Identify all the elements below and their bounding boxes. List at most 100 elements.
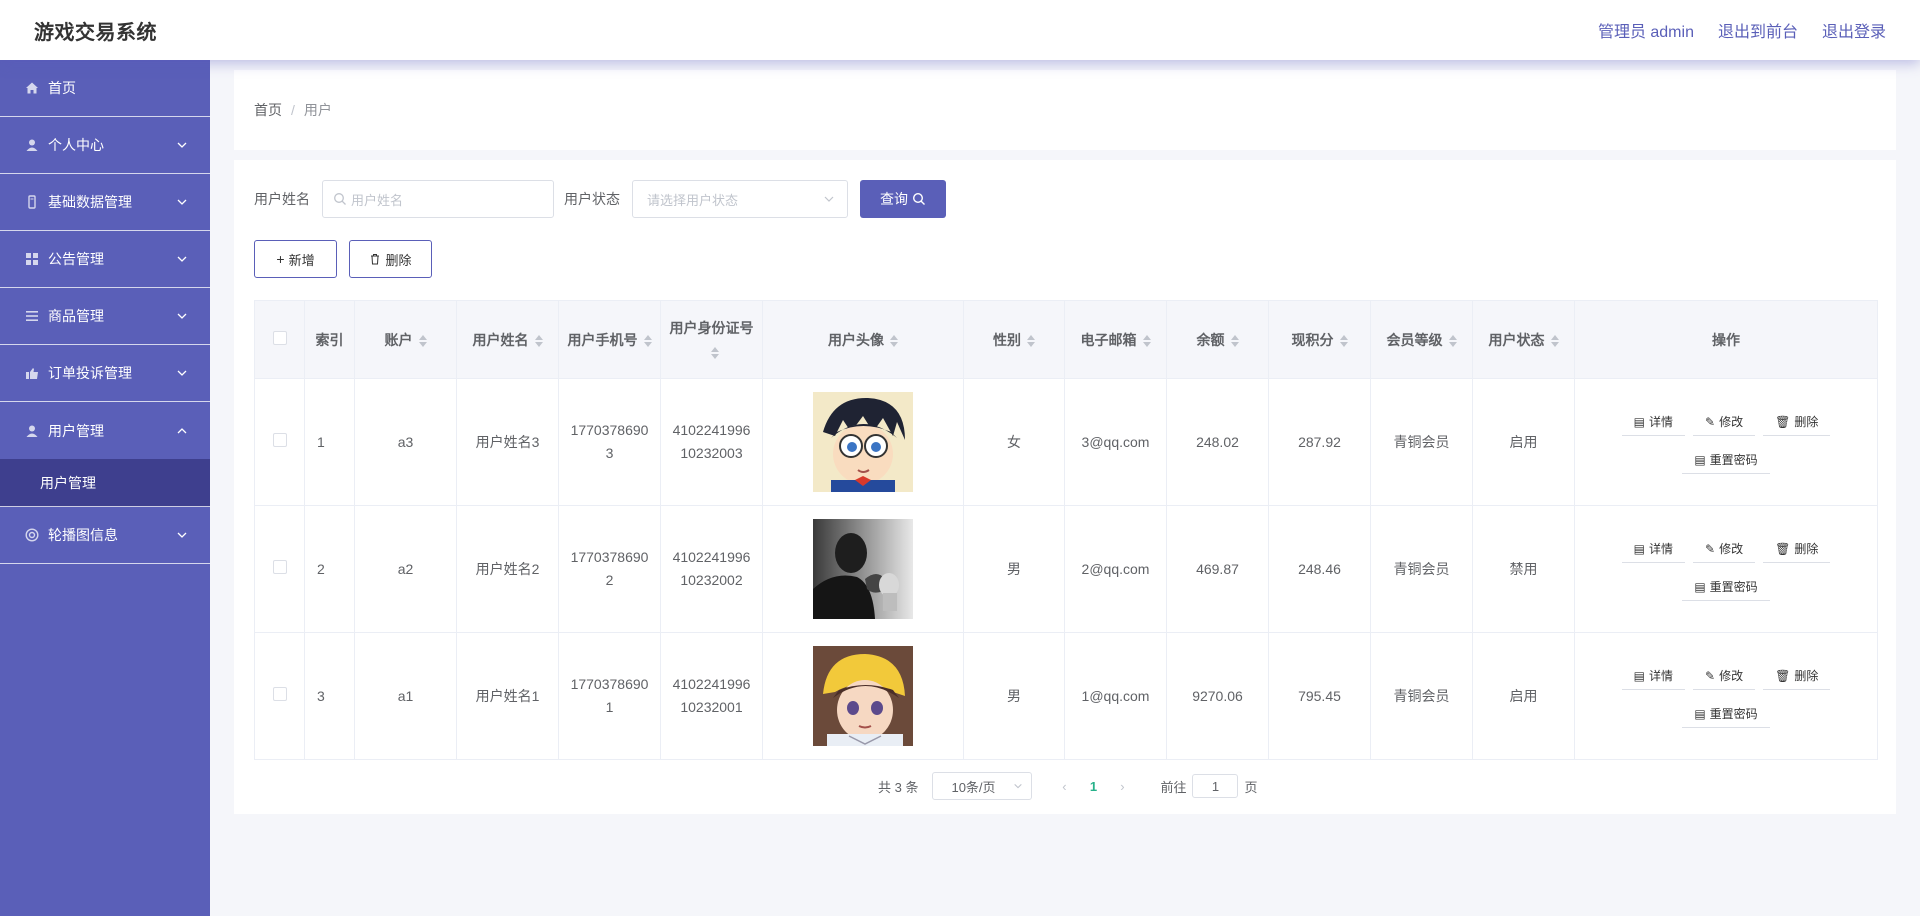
col-avatar[interactable]: 用户头像 (762, 300, 964, 379)
document-icon: ▤ (1694, 453, 1706, 467)
detail-icon: ▤ (1633, 415, 1645, 429)
email-cell: 1@qq.com (1064, 632, 1167, 760)
plus-icon: + (276, 251, 285, 267)
sidebar-item-personal-center[interactable]: 个人中心 (0, 117, 210, 174)
col-avatar-label: 用户头像 (828, 331, 884, 348)
points-cell: 248.46 (1268, 505, 1371, 633)
exit-to-front-link[interactable]: 退出到前台 (1718, 18, 1798, 42)
edit-button[interactable]: ✎ 修改 (1693, 664, 1756, 690)
sort-icon[interactable] (643, 334, 652, 347)
sort-icon[interactable] (1230, 334, 1239, 347)
col-phone[interactable]: 用户手机号 (558, 300, 661, 379)
row-actions: ▤ 详情 ✎ 修改 🗑 删除 ▤ 重置密码 (1583, 664, 1869, 728)
sidebar-item-home[interactable]: 首页 (0, 60, 210, 117)
index-cell: 1 (304, 378, 355, 506)
edit-button[interactable]: ✎ 修改 (1693, 410, 1756, 436)
col-gender[interactable]: 性别 (963, 300, 1065, 379)
col-ops-label: 操作 (1712, 331, 1740, 348)
col-phone-label: 用户手机号 (567, 331, 638, 348)
prev-page-icon[interactable]: ‹ (1050, 779, 1078, 794)
reset-password-button[interactable]: ▤ 重置密码 (1682, 575, 1770, 601)
avatar[interactable] (813, 392, 913, 492)
sort-icon[interactable] (1339, 334, 1348, 347)
detail-button[interactable]: ▤ 详情 (1621, 537, 1686, 563)
batch-delete-button[interactable]: 删除 (349, 240, 432, 278)
chevron-down-icon (824, 196, 834, 202)
table-row: 3 a1 用户姓名1 17703786901 41022419961023200… (254, 632, 1878, 760)
user-status-select[interactable]: 请选择用户状态 (632, 180, 848, 218)
delete-label: 删除 (1794, 542, 1819, 556)
col-email[interactable]: 电子邮箱 (1064, 300, 1167, 379)
sidebar-item-user-manage[interactable]: 用户管理 (0, 402, 210, 459)
sort-icon[interactable] (890, 334, 898, 347)
sidebar-item-goods[interactable]: 商品管理 (0, 288, 210, 345)
chevron-down-icon (1014, 783, 1023, 789)
sidebar-item-basic-data[interactable]: 基础数据管理 (0, 174, 210, 231)
col-idcard[interactable]: 用户身份证号 (660, 300, 763, 379)
row-checkbox[interactable] (272, 559, 287, 574)
index-cell: 3 (304, 632, 355, 760)
sidebar-item-notice[interactable]: 公告管理 (0, 231, 210, 288)
query-button[interactable]: 查询 (860, 180, 946, 218)
col-points[interactable]: 现积分 (1268, 300, 1371, 379)
col-level[interactable]: 会员等级 (1370, 300, 1473, 379)
select-all-checkbox[interactable] (272, 330, 287, 345)
add-button[interactable]: + 新增 (254, 240, 337, 278)
goto-page-input[interactable]: 1 (1192, 774, 1239, 798)
row-checkbox[interactable] (272, 432, 287, 447)
sort-icon[interactable] (1448, 334, 1457, 347)
avatar[interactable] (813, 519, 913, 619)
sort-icon[interactable] (1027, 334, 1035, 347)
sort-icon[interactable] (710, 346, 719, 359)
col-name[interactable]: 用户姓名 (456, 300, 559, 379)
next-page-icon[interactable]: › (1108, 779, 1136, 794)
delete-button[interactable]: 🗑 删除 (1763, 664, 1831, 690)
breadcrumb-home[interactable]: 首页 (254, 100, 282, 120)
edit-button[interactable]: ✎ 修改 (1693, 537, 1756, 563)
edit-icon: ✎ (1705, 669, 1716, 683)
reset-password-button[interactable]: ▤ 重置密码 (1682, 702, 1770, 728)
delete-label: 删除 (385, 252, 412, 268)
col-account[interactable]: 账户 (354, 300, 457, 379)
admin-label[interactable]: 管理员 admin (1598, 18, 1694, 42)
carousel-icon (24, 527, 40, 543)
col-status-label: 用户状态 (1488, 331, 1545, 348)
avatar[interactable] (813, 646, 913, 746)
page-number[interactable]: 1 (1078, 779, 1108, 794)
page-suffix: 页 (1244, 779, 1258, 795)
col-status[interactable]: 用户状态 (1472, 300, 1575, 379)
delete-button[interactable]: 🗑 删除 (1763, 410, 1831, 436)
col-index: 索引 (304, 300, 355, 379)
edit-icon: ✎ (1705, 415, 1716, 429)
sort-icon[interactable] (418, 334, 427, 347)
search-bar: 用户姓名 用户姓名 用户状态 请选择用户状态 查询 (254, 180, 946, 218)
phone-cell: 17703786901 (558, 632, 661, 760)
user-icon (24, 137, 40, 153)
delete-button[interactable]: 🗑 删除 (1763, 537, 1831, 563)
user-name-input[interactable]: 用户姓名 (322, 180, 554, 218)
sort-icon[interactable] (1550, 334, 1559, 347)
detail-label: 详情 (1649, 669, 1674, 683)
pagination: 共 3 条 10条/页 ‹ 1 › 前往 1 页 (878, 772, 1258, 800)
sidebar-item-order-complaint[interactable]: 订单投诉管理 (0, 345, 210, 402)
col-account-label: 账户 (384, 331, 413, 348)
sidebar-item-label: 订单投诉管理 (48, 365, 132, 381)
logout-link[interactable]: 退出登录 (1822, 18, 1886, 42)
sort-icon[interactable] (534, 334, 543, 347)
account-cell: a2 (354, 505, 457, 633)
header-links: 管理员 admin 退出到前台 退出登录 (1598, 18, 1886, 42)
account-cell: a3 (354, 378, 457, 506)
detail-button[interactable]: ▤ 详情 (1621, 410, 1686, 436)
trash-icon (371, 254, 380, 265)
detail-button[interactable]: ▤ 详情 (1621, 664, 1686, 690)
search-icon (334, 193, 346, 205)
edit-icon: ✎ (1705, 542, 1716, 556)
sidebar-item-carousel[interactable]: 轮播图信息 (0, 507, 210, 564)
col-balance[interactable]: 余额 (1166, 300, 1269, 379)
page-size-select[interactable]: 10条/页 (932, 772, 1033, 800)
reset-password-button[interactable]: ▤ 重置密码 (1682, 448, 1770, 474)
sort-icon[interactable] (1142, 334, 1151, 347)
page-size-value: 10条/页 (951, 779, 996, 795)
sidebar-subitem-user-manage[interactable]: 用户管理 (0, 459, 210, 507)
row-checkbox[interactable] (272, 686, 287, 701)
